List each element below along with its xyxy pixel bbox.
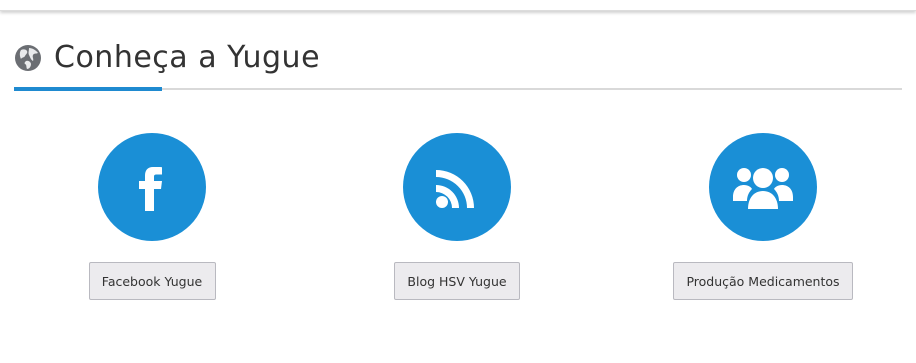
rss-icon — [436, 170, 474, 208]
facebook-circle[interactable] — [98, 133, 206, 241]
producao-medicamentos-button[interactable]: Produção Medicamentos — [673, 262, 853, 300]
users-icon — [733, 168, 793, 209]
link-card-blog: Blog HSV Yugue — [337, 133, 577, 300]
users-circle[interactable] — [709, 133, 817, 241]
globe-icon — [14, 44, 42, 72]
link-card-facebook: Facebook Yugue — [32, 133, 272, 300]
facebook-icon — [139, 167, 162, 211]
link-card-producao: Produção Medicamentos — [643, 133, 883, 300]
facebook-yugue-button[interactable]: Facebook Yugue — [88, 262, 216, 300]
page-title: Conheça a Yugue — [54, 40, 321, 75]
title-divider-accent — [14, 87, 162, 91]
top-bar — [0, 0, 916, 11]
rss-circle[interactable] — [403, 133, 511, 241]
blog-hsv-yugue-button[interactable]: Blog HSV Yugue — [394, 262, 520, 300]
section-header: Conheça a Yugue — [14, 38, 320, 78]
